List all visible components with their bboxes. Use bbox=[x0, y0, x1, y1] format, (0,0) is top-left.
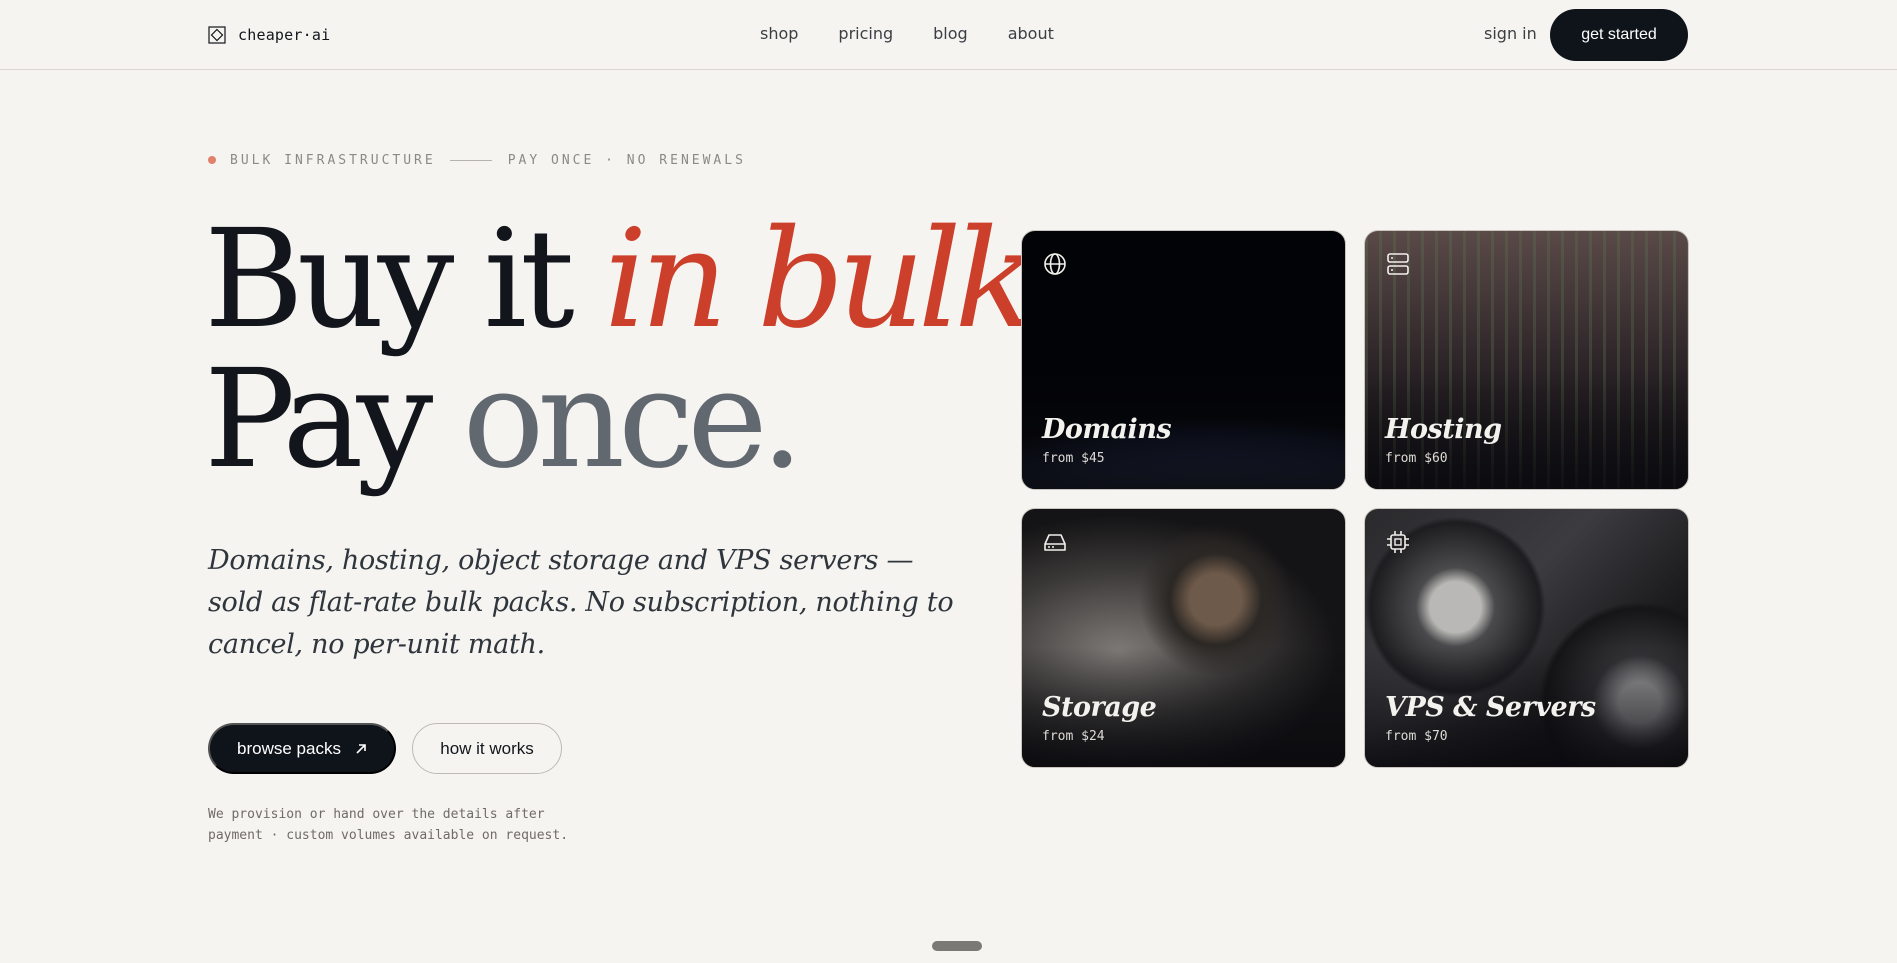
card-title: Domains bbox=[1042, 414, 1172, 445]
hero-footnote: We provision or hand over the details af… bbox=[208, 804, 628, 846]
eyebrow-right: PAY ONCE · NO RENEWALS bbox=[507, 152, 746, 168]
product-card-domains[interactable]: Domains from $45 bbox=[1021, 230, 1346, 490]
eyebrow-dot bbox=[208, 156, 216, 164]
cta-row: browse packs how it works bbox=[208, 723, 562, 774]
card-price: from $24 bbox=[1042, 729, 1105, 744]
card-title: Storage bbox=[1042, 692, 1157, 723]
card-title: Hosting bbox=[1385, 414, 1502, 445]
top-nav: cheaper·ai shop pricing blog about sign … bbox=[0, 0, 1897, 70]
logo-icon bbox=[208, 26, 226, 44]
headline-buy-it: Buy it bbox=[204, 201, 604, 359]
hero-headline: Buy it in bulk. Pay once. bbox=[204, 210, 1073, 490]
headline-line-2: Pay once. bbox=[204, 350, 1024, 490]
globe-icon bbox=[1044, 253, 1066, 275]
footnote-line-1: We provision or hand over the details af… bbox=[208, 807, 545, 822]
browse-packs-button[interactable]: browse packs bbox=[208, 723, 396, 774]
card-price: from $60 bbox=[1385, 451, 1448, 466]
card-price: from $45 bbox=[1042, 451, 1105, 466]
product-card-hosting[interactable]: Hosting from $60 bbox=[1364, 230, 1689, 490]
arrow-up-right-icon bbox=[356, 743, 366, 754]
brand[interactable]: cheaper·ai bbox=[208, 25, 330, 45]
get-started-button[interactable]: get started bbox=[1550, 9, 1688, 61]
hard-drive-icon bbox=[1044, 534, 1066, 551]
card-price: from $70 bbox=[1385, 729, 1448, 744]
sign-in-link[interactable]: sign in bbox=[1484, 24, 1537, 43]
card-title: VPS & Servers bbox=[1385, 692, 1596, 723]
headline-line-1: Buy it in bulk. bbox=[204, 210, 1073, 350]
headline-in-bulk: in bulk. bbox=[603, 201, 1073, 359]
product-card-vps-servers[interactable]: VPS & Servers from $70 bbox=[1364, 508, 1689, 768]
how-it-works-button[interactable]: how it works bbox=[412, 723, 562, 774]
server-icon bbox=[1387, 253, 1409, 275]
headline-pay: Pay bbox=[204, 341, 463, 499]
nav-link-about[interactable]: about bbox=[1008, 24, 1054, 43]
eyebrow-divider bbox=[449, 159, 492, 161]
hero-lede: Domains, hosting, object storage and VPS… bbox=[208, 545, 954, 660]
footnote-line-2: payment · custom volumes available on re… bbox=[208, 828, 569, 843]
nav-link-blog[interactable]: blog bbox=[933, 24, 968, 43]
eyebrow: BULK INFRASTRUCTURE PAY ONCE · NO RENEWA… bbox=[208, 151, 746, 169]
eyebrow-left: BULK INFRASTRUCTURE bbox=[230, 152, 436, 168]
nav-link-pricing[interactable]: pricing bbox=[838, 24, 893, 43]
nav-links: shop pricing blog about bbox=[760, 24, 1054, 43]
cpu-icon bbox=[1387, 531, 1409, 553]
browse-packs-label: browse packs bbox=[237, 738, 341, 758]
nav-link-shop[interactable]: shop bbox=[760, 24, 798, 43]
headline-once: once. bbox=[462, 341, 804, 499]
product-card-storage[interactable]: Storage from $24 bbox=[1021, 508, 1346, 768]
brand-name: cheaper·ai bbox=[238, 26, 331, 44]
scroll-indicator[interactable] bbox=[932, 941, 982, 951]
